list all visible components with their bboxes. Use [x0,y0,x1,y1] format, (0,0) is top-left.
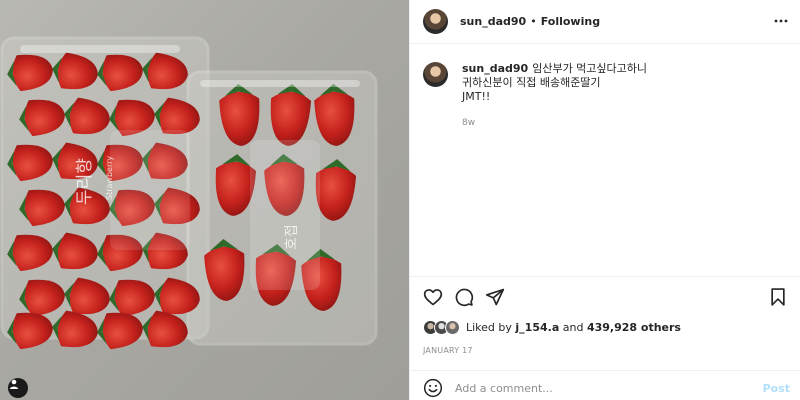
strawberry-photo: 두리향 Strawberry 호접 [0,36,378,350]
caption-avatar[interactable] [423,62,448,87]
likes-summary: Liked by j_154.a and 439,928 others [423,320,681,335]
box-label: 두리향 [75,158,95,205]
post-date[interactable]: JANUARY 17 [423,346,473,355]
post-caption: sun_dad90 임산부가 먹고싶다고하니 귀하신분이 직접 배송해준딸기 JM… [423,62,788,130]
comment-input[interactable] [455,381,763,395]
share-button[interactable] [485,287,505,307]
likes-prefix: Liked by [466,321,512,334]
more-options-button[interactable] [773,13,789,29]
comment-form: Post [423,377,790,399]
caption-line-3: JMT!! [462,90,491,103]
box-sublabel: Strawberry [105,156,114,200]
avatar[interactable] [423,9,448,34]
emoji-icon [423,378,443,398]
bookmark-icon [771,288,785,306]
divider [410,370,800,371]
likes-middle: and [562,321,584,334]
caption-line-2: 귀하신분이 직접 배송해준딸기 [462,76,601,89]
post-photo[interactable]: 두리향 Strawberry 호접 [0,0,409,400]
comment-button[interactable] [454,287,474,307]
like-button[interactable] [423,287,443,307]
action-bar [423,287,788,307]
post-comment-button[interactable]: Post [763,382,790,395]
more-icon [774,19,788,23]
header-username[interactable]: sun_dad90 [460,15,526,28]
separator-dot: • [530,15,537,28]
caption-age[interactable]: 8w [462,116,647,130]
avatar [445,320,460,335]
divider [410,276,800,277]
share-icon [485,288,505,306]
user-tag-icon [9,379,19,389]
post-header: sun_dad90 • Following [410,0,800,44]
comment-icon [455,288,474,307]
box-label-2: 호접 [284,224,300,250]
caption-line-1: 임산부가 먹고싶다고하니 [532,62,648,75]
caption-username[interactable]: sun_dad90 [462,62,528,75]
user-tag-button[interactable] [8,378,28,398]
liker-username[interactable]: j_154.a [515,321,559,334]
following-button[interactable]: Following [541,15,600,28]
liker-avatars[interactable] [423,320,460,335]
heart-icon [423,289,443,306]
likes-count[interactable]: 439,928 others [587,321,681,334]
post-side-panel: sun_dad90 • Following sun_dad90 임산부가 먹고싶다… [409,0,800,400]
save-button[interactable] [768,287,788,307]
emoji-button[interactable] [423,378,443,398]
